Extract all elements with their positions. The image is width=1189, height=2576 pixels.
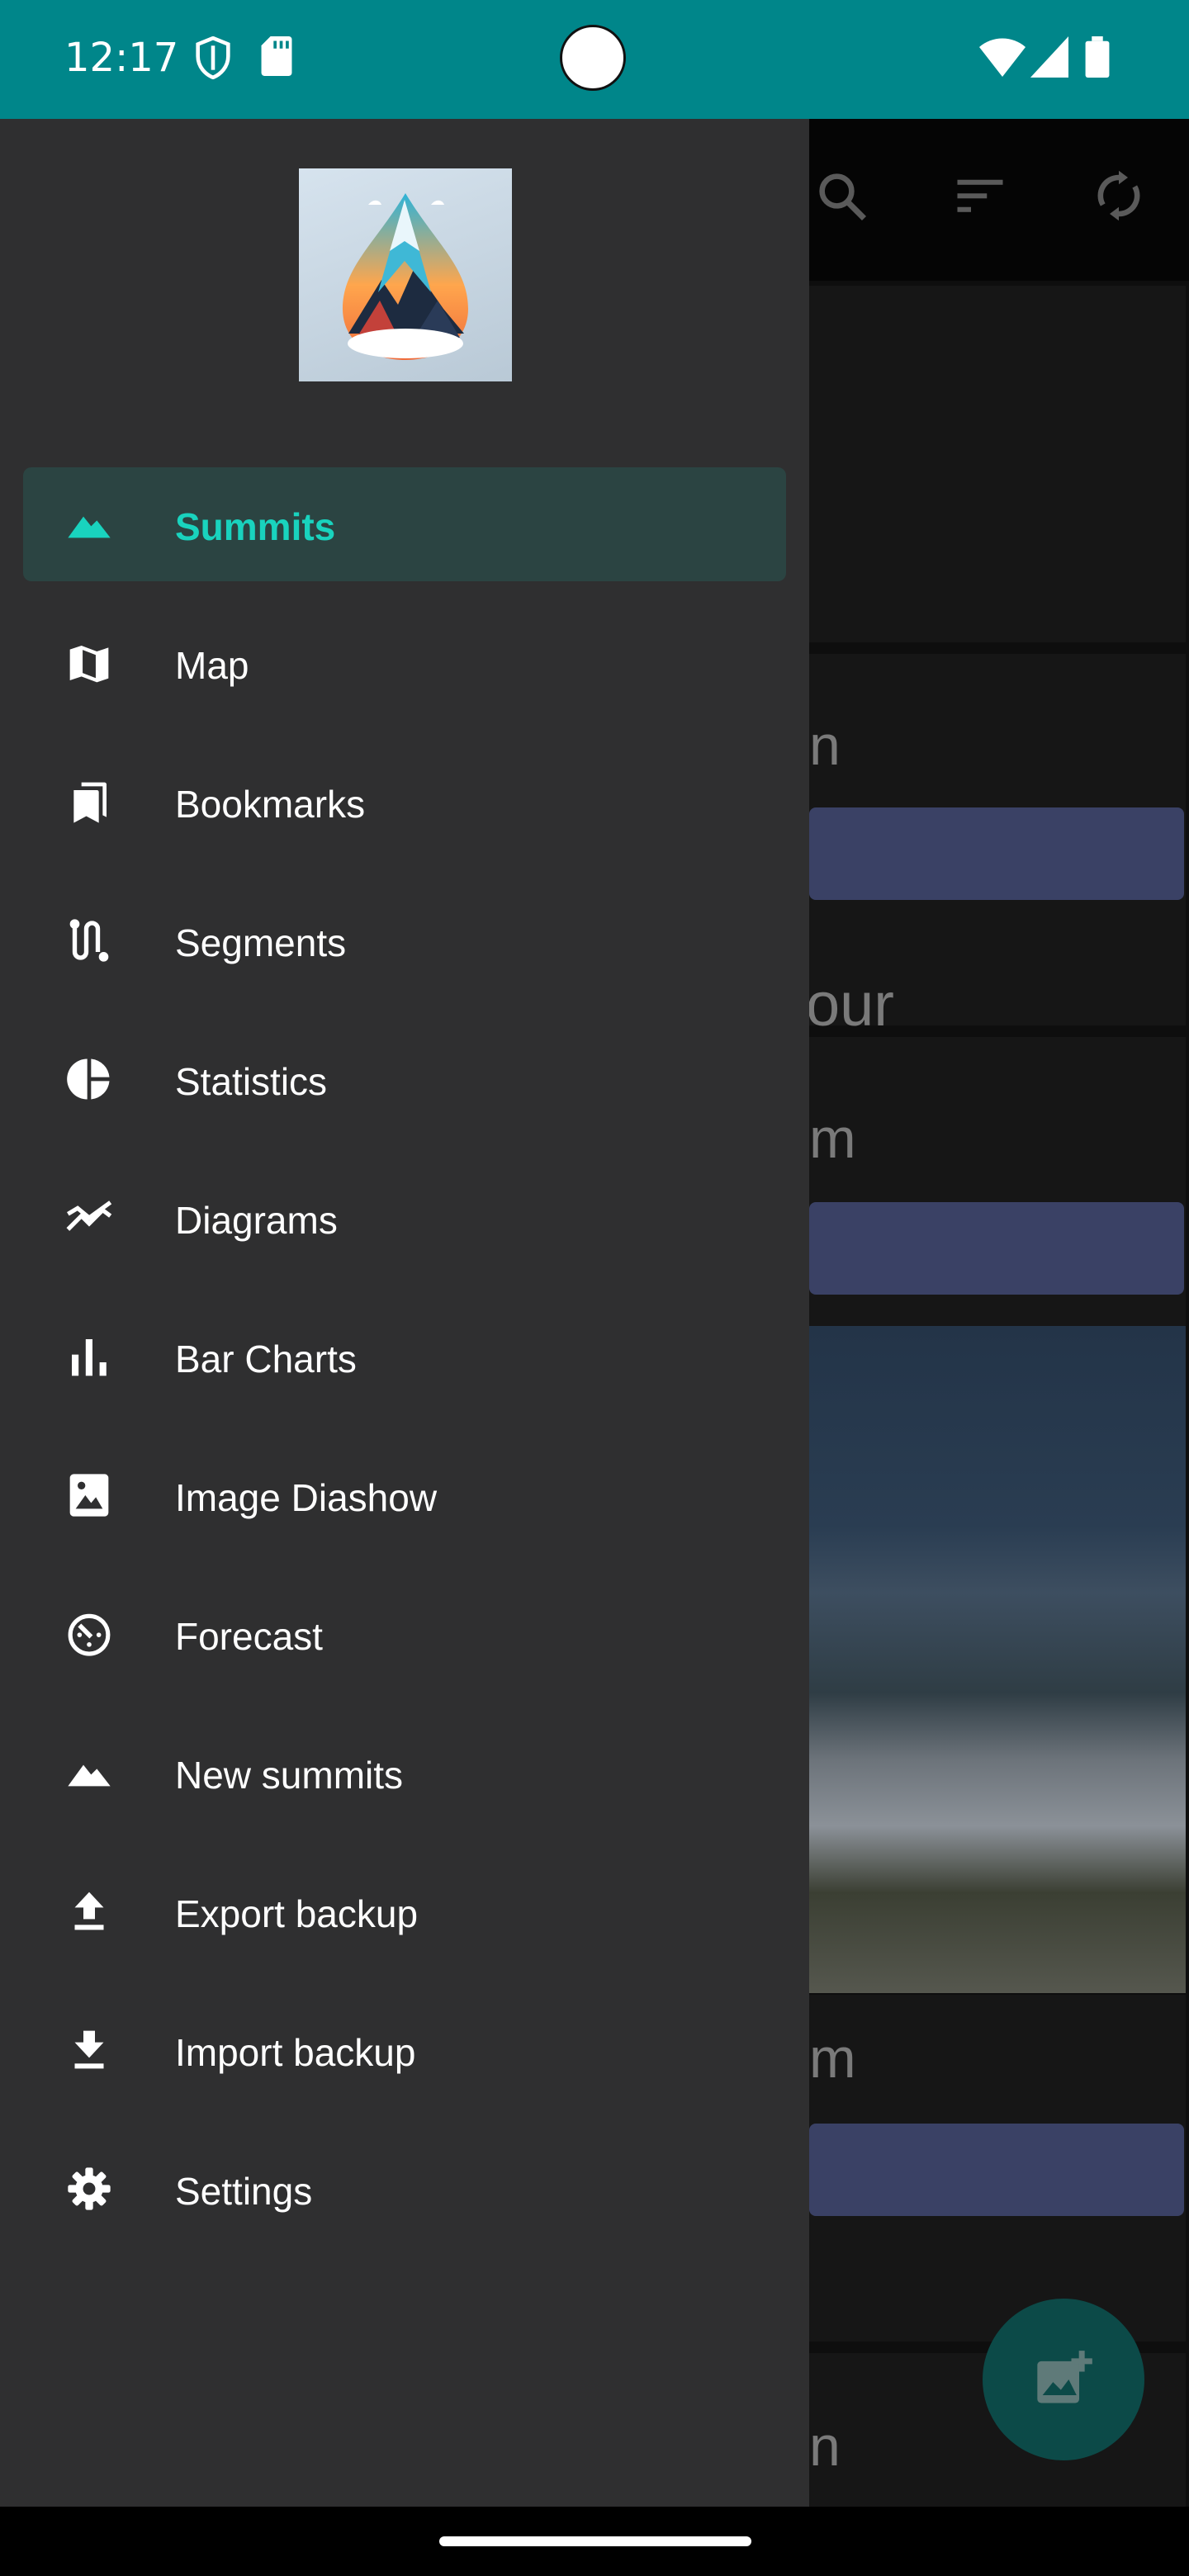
menu-item-label: Bookmarks	[175, 783, 366, 826]
mountain-icon	[68, 1764, 111, 1787]
sort-icon	[957, 179, 1003, 212]
menu-item-import-backup[interactable]: Import backup	[23, 1993, 786, 2107]
download-icon	[74, 2030, 104, 2069]
app-logo	[299, 168, 512, 381]
search-icon	[819, 173, 867, 221]
system-navigation-bar	[0, 2507, 1189, 2576]
background-text: m	[809, 2027, 856, 2090]
background-text: n	[809, 2415, 841, 2478]
shield-icon	[196, 36, 230, 79]
menu-item-label: Statistics	[175, 1060, 328, 1103]
menu-item-forecast[interactable]: Forecast	[23, 1577, 786, 1691]
menu-item-label: Diagrams	[175, 1199, 338, 1242]
menu-item-label: Segments	[175, 921, 347, 964]
sync-icon	[1097, 170, 1140, 221]
timer-icon	[68, 1613, 111, 1656]
wifi-icon	[979, 38, 1026, 77]
menu-item-bar-charts[interactable]: Bar Charts	[23, 1300, 786, 1413]
menu-item-label: Export backup	[175, 1892, 419, 1935]
menu-item-segments[interactable]: Segments	[23, 883, 786, 997]
sd-card-icon	[261, 36, 292, 76]
line-chart-icon	[66, 1200, 112, 1231]
menu-item-map[interactable]: Map	[23, 606, 786, 720]
menu-item-new-summits[interactable]: New summits	[23, 1716, 786, 1830]
background-photo	[809, 1326, 1186, 1993]
app-logo-image	[343, 193, 468, 360]
bar-chart-icon	[72, 1339, 107, 1376]
pie-chart-icon	[67, 1058, 110, 1100]
upload-icon	[74, 1892, 104, 1930]
add-photo-fab	[983, 2299, 1144, 2460]
menu-item-label: Import backup	[175, 2031, 416, 2074]
camera-cutout	[560, 25, 626, 91]
navigation-drawer: Summits Map Bookmarks Segments Statistic…	[0, 119, 809, 2507]
menu-item-statistics[interactable]: Statistics	[23, 1022, 786, 1136]
mountain-icon	[68, 516, 111, 538]
menu-item-label: Image Diashow	[175, 1476, 438, 1519]
route-icon	[69, 919, 109, 962]
gear-icon	[68, 2167, 111, 2210]
map-icon	[69, 646, 109, 683]
menu-item-label: Forecast	[175, 1615, 323, 1658]
menu-item-label: Summits	[175, 505, 336, 548]
status-bar: 12:17	[0, 0, 1189, 119]
menu-item-export-backup[interactable]: Export backup	[23, 1854, 786, 1968]
signal-icon	[1030, 36, 1068, 78]
menu-item-label: Settings	[175, 2170, 313, 2213]
menu-item-label: Bar Charts	[175, 1338, 357, 1380]
background-chip	[809, 1202, 1184, 1295]
background-chip	[809, 807, 1184, 900]
image-icon	[69, 1474, 109, 1517]
bookmarks-icon	[73, 782, 107, 823]
menu-item-diagrams[interactable]: Diagrams	[23, 1161, 786, 1275]
menu-item-label: Map	[175, 644, 249, 687]
background-text: m	[809, 1107, 856, 1170]
status-time: 12:17	[64, 35, 179, 81]
background-chip	[809, 2124, 1184, 2216]
battery-icon	[1085, 36, 1110, 78]
menu-item-image-diashow[interactable]: Image Diashow	[23, 1438, 786, 1552]
background-card	[809, 286, 1186, 642]
menu-item-summits[interactable]: Summits	[23, 467, 786, 581]
background-text: our	[806, 970, 894, 1039]
menu-item-settings[interactable]: Settings	[23, 2132, 786, 2246]
background-text: n	[809, 714, 841, 777]
home-gesture-handle[interactable]	[439, 2536, 751, 2546]
menu-item-bookmarks[interactable]: Bookmarks	[23, 745, 786, 859]
add-photo-icon	[1037, 2351, 1092, 2403]
menu-item-label: New summits	[175, 1754, 404, 1797]
